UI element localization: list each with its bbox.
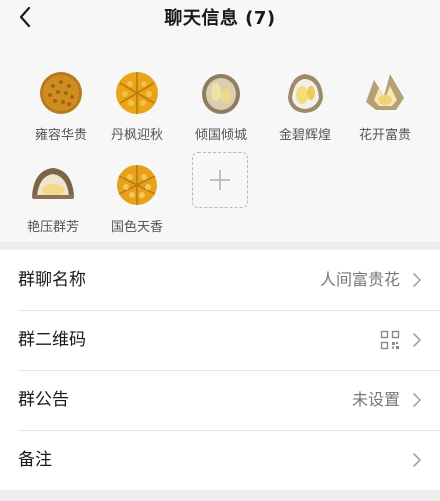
durian-open-icon	[366, 74, 404, 110]
member-name: 雍容华贵	[34, 128, 87, 143]
member-item[interactable]: 国色天香	[94, 160, 180, 235]
member-item[interactable]: 倾国倾城	[178, 68, 264, 143]
chevron-right-icon	[413, 333, 421, 347]
group-name-value: 人间富贵花	[319, 270, 400, 289]
row-label: 群聊名称	[18, 270, 86, 290]
member-name: 丹枫迎秋	[110, 128, 163, 143]
member-item[interactable]: 丹枫迎秋	[94, 68, 180, 143]
member-name: 金碧辉煌	[278, 128, 331, 143]
top-bar: 聊天信息 (7)	[0, 0, 440, 34]
durian-half-icon	[32, 168, 74, 199]
member-name: 国色天香	[110, 220, 163, 235]
chevron-right-icon	[413, 453, 421, 467]
qr-code-icon	[380, 330, 400, 350]
member-item[interactable]: 艳压群芳	[10, 160, 96, 235]
member-item[interactable]: 花开富贵	[342, 68, 428, 143]
plus-icon	[210, 170, 230, 190]
durian-round-icon	[116, 72, 158, 114]
durian-split-icon	[288, 74, 323, 113]
group-qr-row[interactable]: 群二维码	[0, 310, 440, 370]
group-notice-row[interactable]: 群公告 未设置	[0, 370, 440, 430]
row-label: 群公告	[18, 390, 69, 410]
remark-row[interactable]: 备注	[0, 430, 440, 490]
durian-round-icon	[40, 72, 82, 114]
add-member-button[interactable]	[192, 152, 248, 208]
group-name-row[interactable]: 群聊名称 人间富贵花	[0, 250, 440, 310]
member-item[interactable]: 金碧辉煌	[262, 68, 348, 143]
settings-list: 群聊名称 人间富贵花 群二维码 群公告 未设置 备注	[0, 250, 440, 490]
member-grid: 雍容华贵 丹枫迎秋 倾国倾城 金碧辉煌 花开富贵 艳压群芳 国色天香	[0, 34, 440, 242]
durian-round-icon	[117, 165, 157, 205]
chevron-right-icon	[413, 273, 421, 287]
member-item[interactable]: 雍容华贵	[18, 68, 104, 143]
page-title: 聊天信息 (7)	[164, 8, 276, 29]
row-label: 群二维码	[18, 330, 86, 350]
row-label: 备注	[18, 450, 52, 470]
member-name: 艳压群芳	[26, 220, 79, 235]
group-notice-value: 未设置	[351, 390, 400, 409]
member-name: 花开富贵	[358, 128, 411, 143]
member-name: 倾国倾城	[194, 128, 247, 143]
chevron-right-icon	[413, 393, 421, 407]
durian-split-icon	[202, 74, 240, 114]
